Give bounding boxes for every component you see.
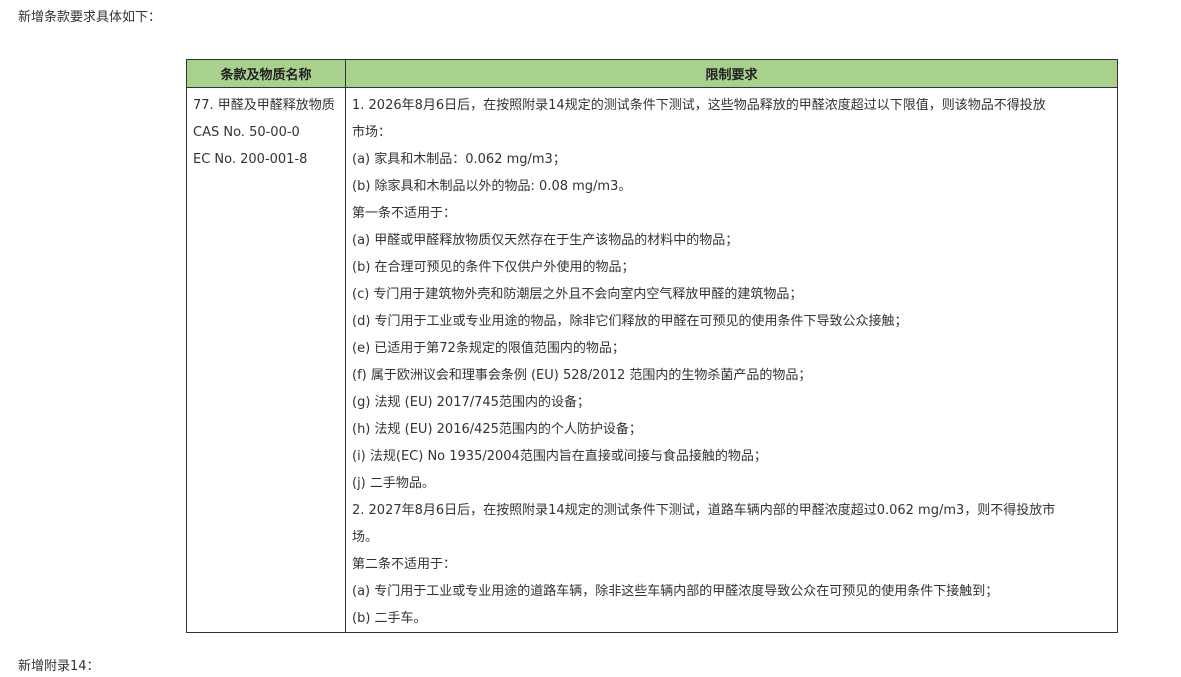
- substance-name: 77. 甲醛及甲醛释放物质: [193, 98, 335, 113]
- outro-text: 新增附录14：: [18, 659, 100, 674]
- requirements-cell: 1. 2026年8月6日后，在按照附录14规定的测试条件下测试，这些物品释放的甲…: [345, 87, 1118, 633]
- exemption-1-item: (h) 法规 (EU) 2016/425范围内的个人防护设备；: [352, 422, 642, 437]
- paragraph-1-line-1: 1. 2026年8月6日后，在按照附录14规定的测试条件下测试，这些物品释放的甲…: [352, 98, 1046, 113]
- header-requirements: 限制要求: [345, 59, 1118, 88]
- exemption-1-item: (e) 已适用于第72条规定的限值范围内的物品；: [352, 341, 625, 356]
- exemption-1-item: (c) 专门用于建筑物外壳和防潮层之外且不会向室内空气释放甲醛的建筑物品；: [352, 287, 803, 302]
- exemption-1-item: (j) 二手物品。: [352, 476, 435, 491]
- substance-cell: 77. 甲醛及甲醛释放物质 CAS No. 50-00-0 EC No. 200…: [186, 87, 346, 633]
- exemption-1-item: (d) 专门用于工业或专业用途的物品，除非它们释放的甲醛在可预见的使用条件下导致…: [352, 314, 908, 329]
- exemption-1-item: (b) 在合理可预见的条件下仅供户外使用的物品；: [352, 260, 635, 275]
- exemption-1-item: (i) 法规(EC) No 1935/2004范围内旨在直接或间接与食品接触的物…: [352, 449, 767, 464]
- exemption-1-item: (a) 甲醛或甲醛释放物质仅天然存在于生产该物品的材料中的物品；: [352, 233, 739, 248]
- exemption-1-item: (g) 法规 (EU) 2017/745范围内的设备；: [352, 395, 590, 410]
- cas-number: CAS No. 50-00-0: [193, 125, 300, 140]
- exemption-1-item: (f) 属于欧洲议会和理事会条例 (EU) 528/2012 范围内的生物杀菌产…: [352, 368, 812, 383]
- exemption-2-item: (a) 专门用于工业或专业用途的道路车辆，除非这些车辆内部的甲醛浓度导致公众在可…: [352, 584, 999, 599]
- exemption-2-title: 第二条不适用于：: [352, 557, 457, 572]
- exemption-2-item: (b) 二手车。: [352, 611, 427, 626]
- paragraph-2-line-1: 2. 2027年8月6日后，在按照附录14规定的测试条件下测试，道路车辆内部的甲…: [352, 503, 1056, 518]
- table-row: 77. 甲醛及甲醛释放物质 CAS No. 50-00-0 EC No. 200…: [186, 87, 1118, 633]
- limit-a: (a) 家具和木制品：0.062 mg/m3；: [352, 152, 566, 167]
- limit-b: (b) 除家具和木制品以外的物品: 0.08 mg/m3。: [352, 179, 632, 194]
- ec-number: EC No. 200-001-8: [193, 152, 308, 167]
- requirements-table: 条款及物质名称 限制要求 77. 甲醛及甲醛释放物质 CAS No. 50-00…: [186, 59, 1118, 633]
- header-substance: 条款及物质名称: [186, 59, 346, 88]
- table-header-row: 条款及物质名称 限制要求: [186, 59, 1118, 88]
- paragraph-2-line-2: 场。: [352, 530, 379, 545]
- intro-text: 新增条款要求具体如下：: [18, 10, 162, 25]
- exemption-1-title: 第一条不适用于：: [352, 206, 457, 221]
- paragraph-1-line-2: 市场：: [352, 125, 392, 140]
